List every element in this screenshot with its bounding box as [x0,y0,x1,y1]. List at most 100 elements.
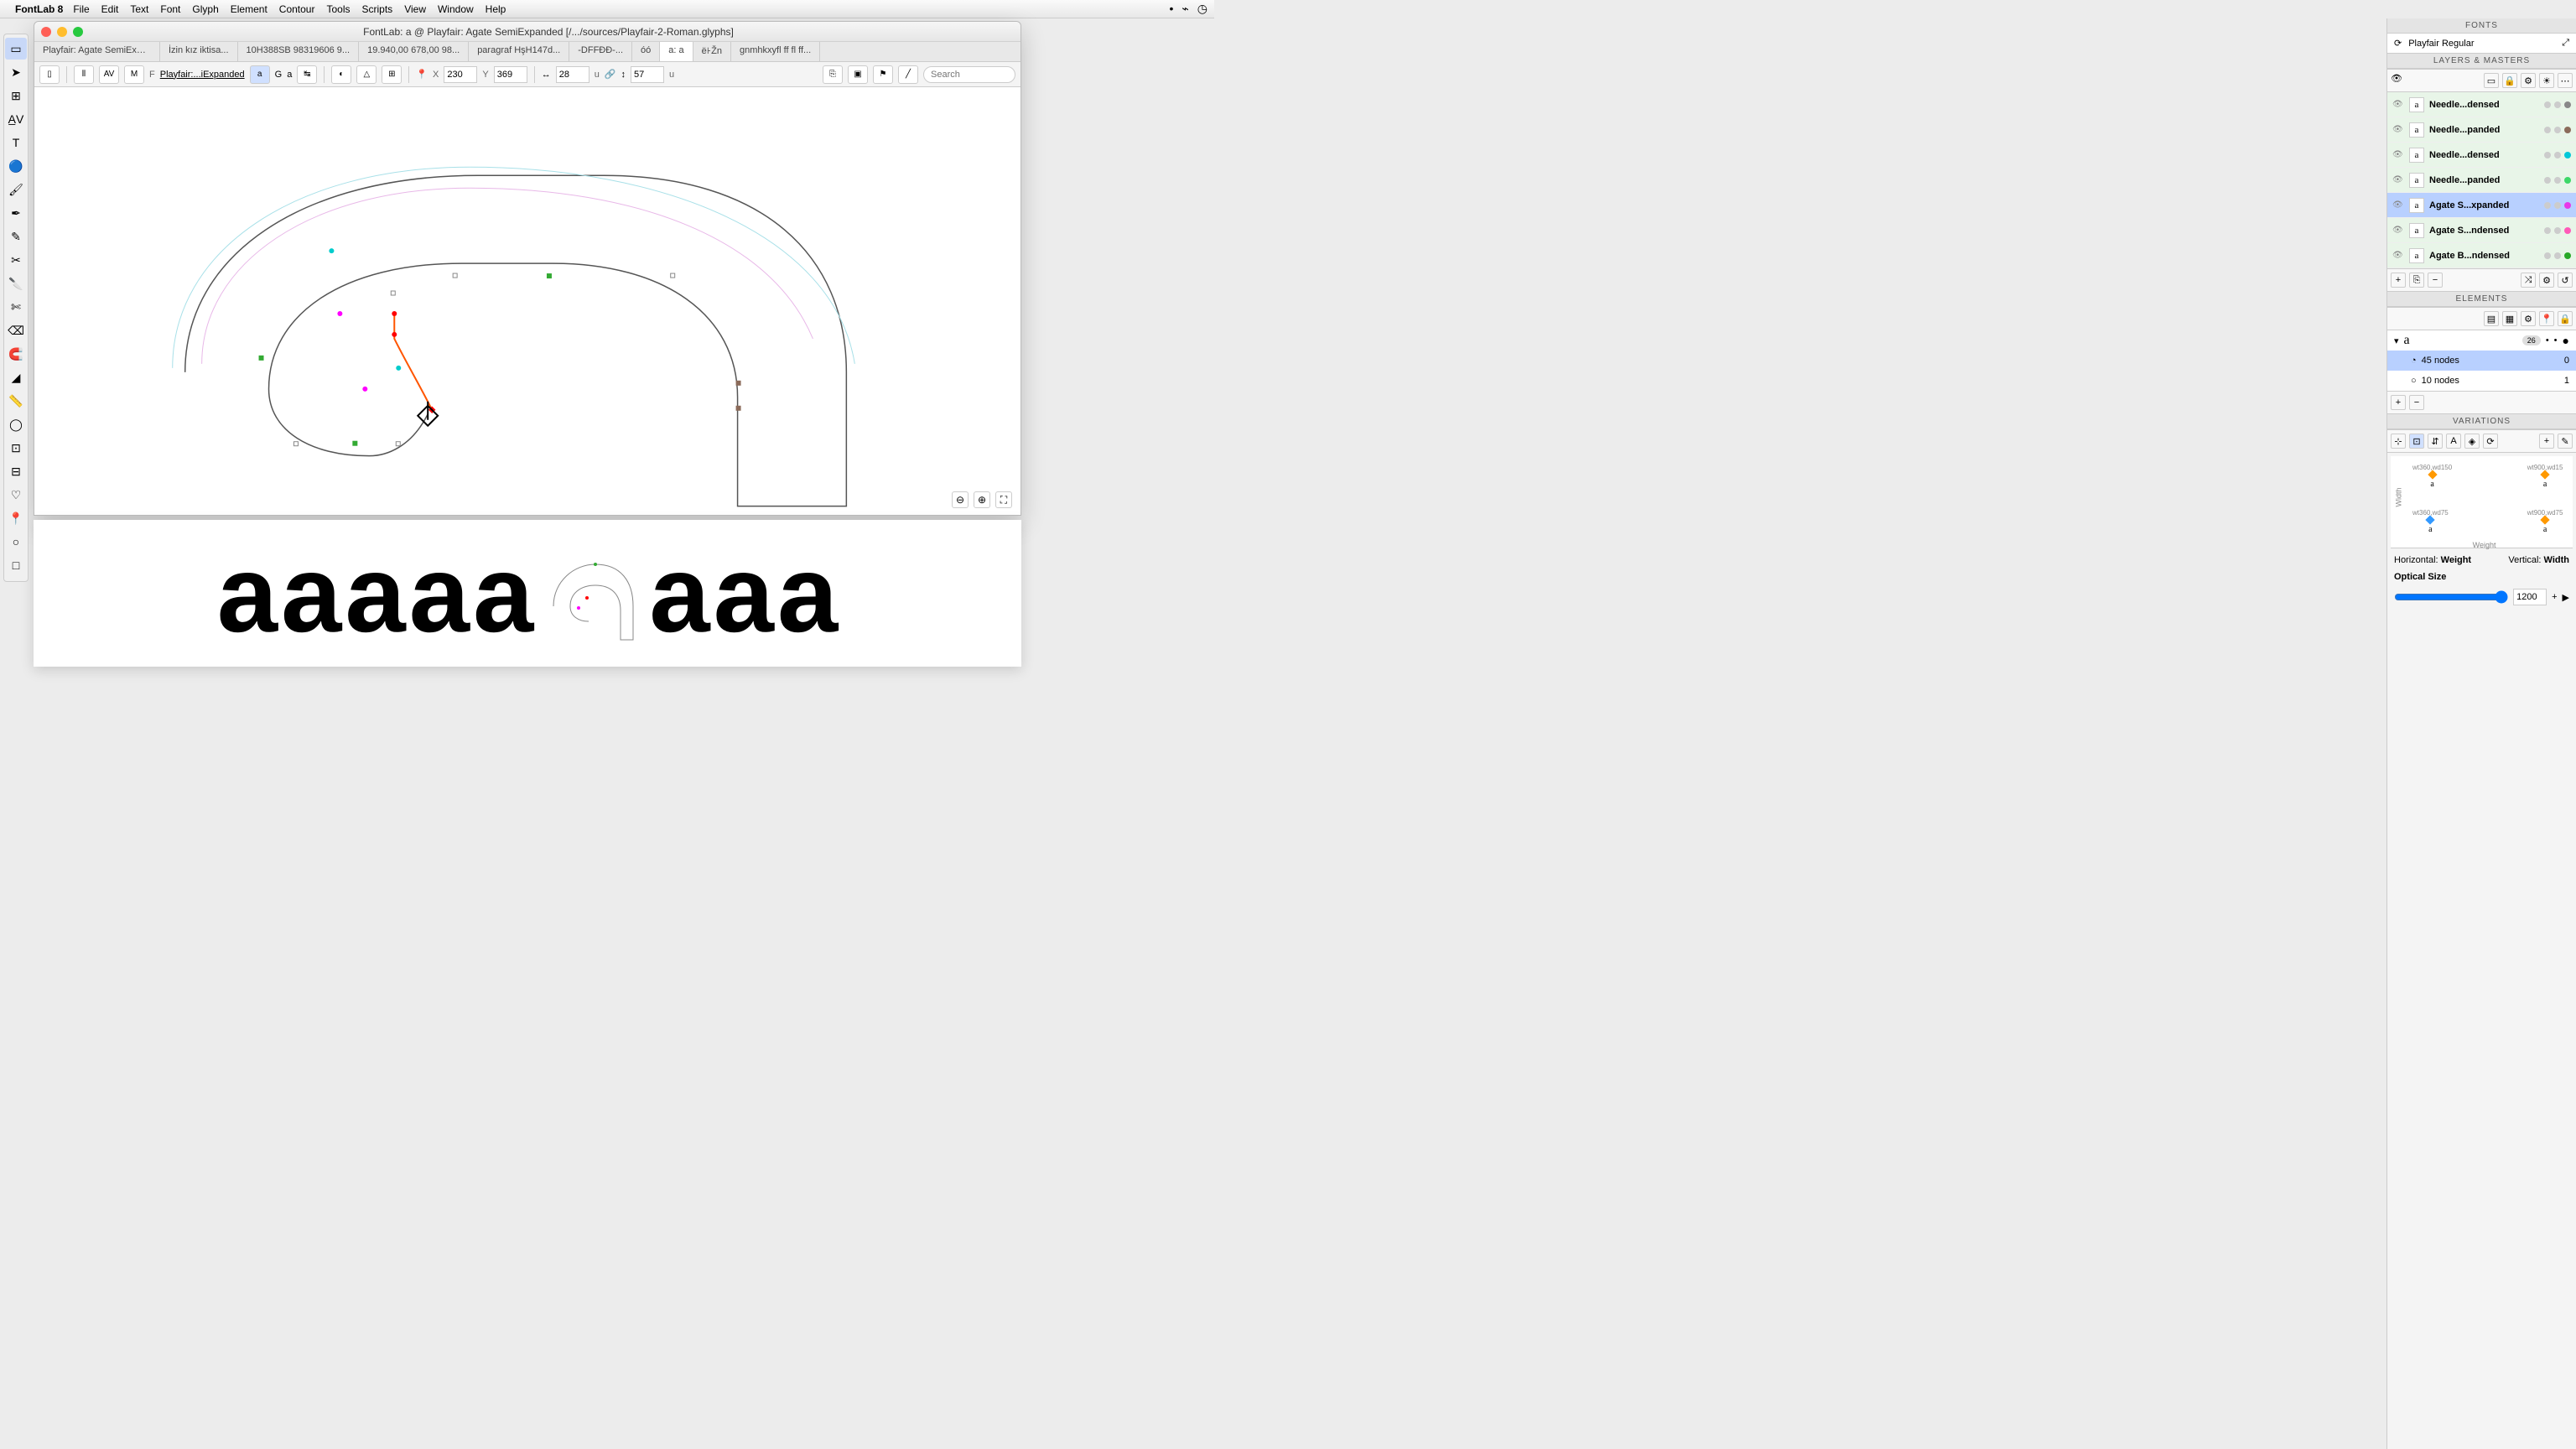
indent-button[interactable]: ↹ [297,65,317,84]
flag-button[interactable]: ⚑ [873,65,893,84]
menu-glyph[interactable]: Glyph [192,3,218,15]
tool-lasso[interactable]: ◯ [5,413,27,435]
clock-icon[interactable]: ◷ [1197,2,1208,16]
variation-point[interactable]: wt360,wd150a [2412,464,2452,489]
expand-icon[interactable]: ⤢ [2562,38,2569,49]
tab-9[interactable]: gnmhkxyfl ff fl ff... [731,42,820,61]
tab-6[interactable]: óó [632,42,660,61]
var-mode3-icon[interactable]: ⇵ [2428,434,2443,449]
tab-1[interactable]: İzin kız iktisa... [160,42,238,61]
menu-edit[interactable]: Edit [101,3,119,15]
minimize-button[interactable] [57,27,67,37]
node-sharp-button[interactable]: △ [356,65,377,84]
lock-icon[interactable]: 🔒 [2502,73,2517,88]
tool-brush[interactable]: 🖌 [5,179,27,200]
tool-magnet[interactable]: 🧲 [5,343,27,365]
gear-icon[interactable]: ⚙ [2521,73,2536,88]
gear2-icon[interactable]: ⚙ [2539,273,2554,288]
layer-row-4[interactable]: 👁 a Agate S...xpanded [2387,193,2576,218]
refresh-icon[interactable]: ⟳ [2394,38,2402,49]
variation-point[interactable]: wt360,wd75a [2412,509,2449,534]
eye-icon[interactable]: 👁 [2392,200,2404,210]
view-kerning-button[interactable]: AV [99,65,119,84]
search-input[interactable] [923,66,1015,83]
view-list-icon[interactable]: ▤ [2484,311,2499,326]
tool-shape[interactable]: ♡ [5,484,27,506]
tool-text[interactable]: T [5,132,27,153]
reset-icon[interactable]: ↺ [2558,273,2573,288]
layers-button[interactable]: ▣ [848,65,868,84]
add-layer-button[interactable]: + [2391,273,2406,288]
disclosure-icon[interactable]: ▾ [2394,335,2399,346]
tool-select[interactable]: ▭ [5,38,27,60]
var-layers-icon[interactable]: ◈ [2464,434,2480,449]
tool-pen[interactable]: ✒ [5,202,27,224]
layer-view-icon[interactable]: ▭ [2484,73,2499,88]
glyph-a-button[interactable]: a [250,65,270,84]
var-add-button[interactable]: + [2539,434,2554,449]
tool-fill[interactable]: 🔵 [5,155,27,177]
eye-icon[interactable]: 👁 [2392,251,2404,260]
var-mode4-icon[interactable]: A [2446,434,2461,449]
tool-pencil[interactable]: ✎ [5,226,27,247]
menu-tools[interactable]: Tools [326,3,350,15]
switch-icon[interactable]: ⌁ [1182,2,1188,16]
zoom-out-button[interactable]: ⊖ [952,491,969,508]
tab-7[interactable]: a: a [660,42,693,61]
slash-button[interactable]: ╱ [898,65,918,84]
remove-element-button[interactable]: − [2409,395,2424,410]
view-metrics-button[interactable]: ⫴ [74,65,94,84]
y-input[interactable] [494,66,527,83]
tab-2[interactable]: 10H388SB 98319606 9... [238,42,360,61]
tool-kerning[interactable]: A̲V [5,108,27,130]
tool-scissors[interactable]: ✄ [5,296,27,318]
menu-text[interactable]: Text [130,3,148,15]
tool-anchors[interactable]: ⊟ [5,460,27,482]
fonts-panel-header[interactable]: ⟳ Playfair Regular ⤢ [2387,34,2576,54]
tool-eraser[interactable]: ⌫ [5,319,27,341]
eye-icon[interactable]: 👁 [2392,175,2404,184]
menu-scripts[interactable]: Scripts [362,3,393,15]
eye-icon[interactable]: 👁 [2391,73,2402,88]
mode-g[interactable]: G [275,70,283,80]
add-element-button[interactable]: + [2391,395,2406,410]
layer-row-0[interactable]: 👁 a Needle...densed [2387,92,2576,117]
remove-layer-button[interactable]: − [2428,273,2443,288]
gear3-icon[interactable]: ⚙ [2521,311,2536,326]
tool-knife[interactable]: 🔪 [5,273,27,294]
tool-paint[interactable]: ◢ [5,366,27,388]
menu-file[interactable]: File [73,3,89,15]
var-edit-icon[interactable]: ✎ [2558,434,2573,449]
eye-icon[interactable]: 👁 [2392,226,2404,235]
contour-row-0[interactable]: ◔ 45 nodes 0 [2387,351,2576,371]
optical-size-input[interactable] [2513,589,2547,605]
lock2-icon[interactable]: 🔒 [2558,311,2573,326]
view-grid-icon[interactable]: ▦ [2502,311,2517,326]
duplicate-layer-button[interactable]: ⎘ [2409,273,2424,288]
tab-5[interactable]: -DFFĐĐ-... [569,42,632,61]
font-name-selector[interactable]: Playfair:...iExpanded [160,70,245,80]
close-button[interactable] [41,27,51,37]
layer-row-6[interactable]: 👁 a Agate B...ndensed [2387,243,2576,268]
layer-row-5[interactable]: 👁 a Agate S...ndensed [2387,218,2576,243]
view-masters-button[interactable]: M [124,65,144,84]
tool-metrics[interactable]: ⊞ [5,85,27,106]
slider-play-button[interactable]: ▶ [2563,592,2569,603]
glyph-canvas[interactable]: ⊖ ⊕ ⛶ [34,87,1021,515]
element-glyph-row[interactable]: ▾ a 26 • • ● [2387,330,2576,351]
menu-element[interactable]: Element [231,3,267,15]
menu-font[interactable]: Font [160,3,180,15]
grid-button[interactable]: ⊞ [382,65,402,84]
tab-0[interactable]: Playfair: Agate SemiExpanded [34,42,160,61]
horiz-value[interactable]: Weight [2441,555,2471,565]
variation-point[interactable]: wt900,wd75a [2527,509,2563,534]
vert-value[interactable]: Width [2544,555,2569,565]
variation-point[interactable]: wt900,wd15a [2527,464,2563,489]
preview-glyph-outline[interactable] [537,539,646,648]
more-icon[interactable]: ⋯ [2558,73,2573,88]
menu-window[interactable]: Window [438,3,474,15]
copy-button[interactable]: ⎘ [823,65,843,84]
tab-3[interactable]: 19.940,00 678,00 98... [359,42,469,61]
var-refresh-icon[interactable]: ⟳ [2483,434,2498,449]
menu-contour[interactable]: Contour [279,3,315,15]
